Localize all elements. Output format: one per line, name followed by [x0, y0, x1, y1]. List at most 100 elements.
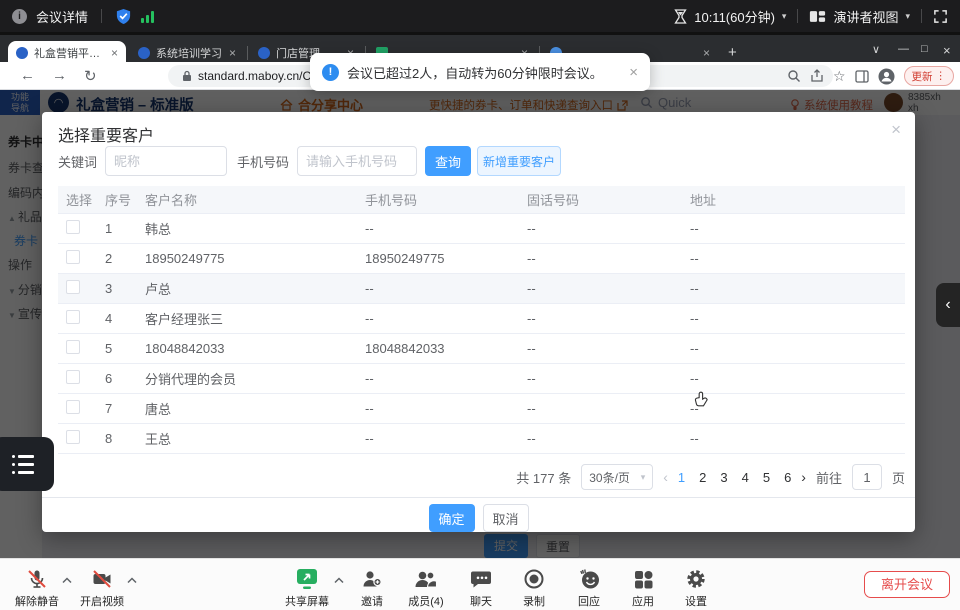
- side-panel-toggle[interactable]: ‹: [936, 283, 960, 327]
- table-row[interactable]: 7 唐总 -- -- --: [58, 394, 905, 424]
- cell-tel: --: [527, 221, 690, 236]
- network-signal-icon[interactable]: [141, 10, 156, 23]
- share-screen-button[interactable]: 共享屏幕: [275, 564, 339, 609]
- profile-icon[interactable]: [878, 68, 895, 85]
- meeting-timer: 10:11(60分钟): [694, 7, 775, 26]
- cell-name: 韩总: [145, 219, 365, 238]
- row-checkbox[interactable]: [66, 340, 80, 354]
- table-row[interactable]: 4 客户经理张三 -- -- --: [58, 304, 905, 334]
- new-tab-button[interactable]: +: [728, 44, 737, 61]
- row-checkbox[interactable]: [66, 310, 80, 324]
- meeting-info-icon[interactable]: i: [12, 9, 27, 24]
- search-icon[interactable]: [787, 69, 801, 83]
- security-shield-icon[interactable]: [115, 8, 132, 25]
- settings-label: 设置: [664, 593, 728, 609]
- confirm-button[interactable]: 确定: [429, 504, 475, 532]
- page-number-6[interactable]: 6: [784, 470, 791, 485]
- view-mode-label[interactable]: 演讲者视图: [833, 7, 898, 26]
- tab-close-icon[interactable]: ×: [229, 46, 236, 60]
- table-row[interactable]: 1 韩总 -- -- --: [58, 214, 905, 244]
- prev-page-icon[interactable]: ‹: [663, 469, 668, 485]
- window-maximize-icon[interactable]: □: [921, 43, 928, 55]
- col-index: 序号: [105, 190, 145, 209]
- cell-tel: --: [527, 401, 690, 416]
- list-icon: [12, 455, 54, 458]
- window-minimize-icon[interactable]: —: [898, 43, 909, 55]
- tab-separator: [247, 46, 248, 60]
- share-icon[interactable]: [810, 69, 824, 83]
- chevron-left-icon: ‹: [945, 296, 950, 314]
- gear-icon: [685, 568, 707, 590]
- phone-input[interactable]: [297, 146, 417, 176]
- settings-button[interactable]: 设置: [664, 564, 728, 609]
- cell-address: --: [690, 401, 905, 416]
- meeting-toast: ! 会议已超过2人，自动转为60分钟限时会议。 ×: [310, 53, 650, 91]
- goto-page-input[interactable]: [852, 464, 882, 490]
- cell-index: 2: [105, 251, 145, 266]
- page-number-5[interactable]: 5: [763, 470, 770, 485]
- unmute-button[interactable]: 解除静音: [5, 564, 69, 609]
- next-page-icon[interactable]: ›: [801, 469, 806, 485]
- window-menu-icon[interactable]: ∨: [872, 43, 880, 56]
- browser-update-button[interactable]: 更新 ⋮: [904, 66, 955, 86]
- cell-index: 8: [105, 431, 145, 446]
- cell-tel: --: [527, 431, 690, 446]
- table-header: 选择 序号 客户名称 手机号码 固话号码 地址: [58, 186, 905, 214]
- toast-close-icon[interactable]: ×: [629, 64, 638, 81]
- window-close-icon[interactable]: ×: [943, 43, 951, 58]
- video-options-caret-icon[interactable]: [127, 577, 137, 584]
- reload-icon[interactable]: ↻: [84, 67, 97, 85]
- page-number-3[interactable]: 3: [720, 470, 727, 485]
- floating-menu-button[interactable]: [0, 437, 54, 491]
- fullscreen-icon[interactable]: [933, 9, 948, 24]
- back-icon[interactable]: ←: [20, 67, 35, 84]
- cancel-button[interactable]: 取消: [483, 504, 529, 532]
- tab-close-icon[interactable]: ×: [111, 46, 118, 60]
- page-number-4[interactable]: 4: [742, 470, 749, 485]
- row-checkbox[interactable]: [66, 220, 80, 234]
- table-row[interactable]: 6 分销代理的会员 -- -- --: [58, 364, 905, 394]
- keyword-input[interactable]: [105, 146, 227, 176]
- start-video-button[interactable]: 开启视频: [70, 564, 134, 609]
- hourglass-icon: [674, 9, 687, 24]
- page-number-1[interactable]: 1: [678, 470, 685, 485]
- meeting-topbar: i 会议详情 10:11(60分钟) ▾ 演讲者视图 ▾: [0, 0, 960, 32]
- goto-suffix: 页: [892, 468, 905, 487]
- row-checkbox[interactable]: [66, 280, 80, 294]
- add-customer-button[interactable]: 新增重要客户: [477, 146, 561, 176]
- cell-address: --: [690, 311, 905, 326]
- table-row[interactable]: 2 18950249775 18950249775 -- --: [58, 244, 905, 274]
- table-row[interactable]: 3 卢总 -- -- --: [58, 274, 905, 304]
- side-panel-icon[interactable]: [855, 70, 869, 83]
- lock-icon: [182, 70, 192, 82]
- col-select: 选择: [58, 190, 105, 209]
- site-favicon: [258, 47, 270, 59]
- page-size-select[interactable]: 30条/页 ▾: [581, 464, 653, 490]
- reaction-smiley-icon: [578, 568, 601, 590]
- table-row[interactable]: 8 王总 -- -- --: [58, 424, 905, 454]
- unmute-label: 解除静音: [5, 593, 69, 609]
- row-checkbox[interactable]: [66, 370, 80, 384]
- cell-tel: --: [527, 371, 690, 386]
- row-checkbox[interactable]: [66, 430, 80, 444]
- row-checkbox[interactable]: [66, 400, 80, 414]
- cell-phone: --: [365, 431, 527, 446]
- invite-person-icon: [361, 568, 383, 590]
- page-number-2[interactable]: 2: [699, 470, 706, 485]
- forward-icon[interactable]: →: [52, 67, 67, 84]
- bookmark-star-icon[interactable]: ☆: [833, 68, 846, 85]
- query-button[interactable]: 查询: [425, 146, 471, 176]
- table-row[interactable]: 5 18048842033 18048842033 -- --: [58, 334, 905, 364]
- cell-tel: --: [527, 341, 690, 356]
- cell-address: --: [690, 371, 905, 386]
- select-customer-dialog: 选择重要客户 × 关键词 手机号码 查询 新增重要客户 选择 序号 客户名称 手…: [42, 112, 915, 532]
- timer-dropdown-icon[interactable]: ▾: [782, 11, 787, 22]
- tab-close-icon[interactable]: ×: [703, 46, 710, 60]
- tab-label: 系统培训学习: [156, 45, 223, 61]
- dialog-close-icon[interactable]: ×: [891, 120, 901, 140]
- leave-meeting-button[interactable]: 离开会议: [864, 571, 950, 598]
- row-checkbox[interactable]: [66, 250, 80, 264]
- view-dropdown-icon[interactable]: ▾: [905, 11, 910, 22]
- screen: i 会议详情 10:11(60分钟) ▾ 演讲者视图 ▾ 礼盒营销平台管理中心 …: [0, 0, 960, 610]
- col-address: 地址: [690, 190, 905, 209]
